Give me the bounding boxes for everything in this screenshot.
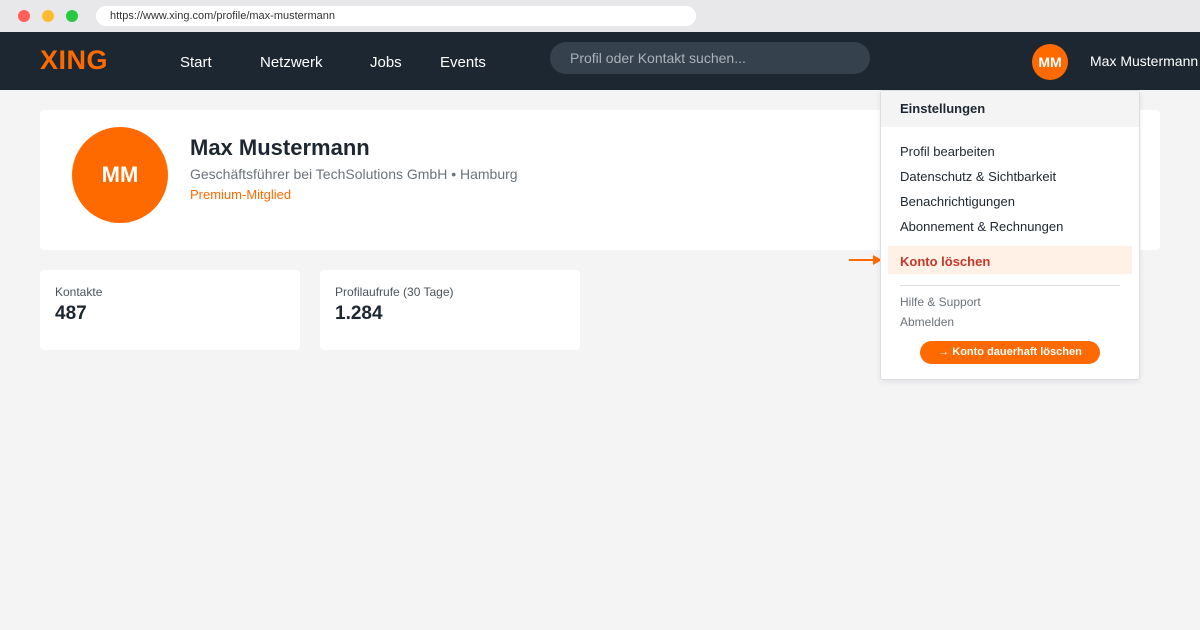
- arrow-right-icon: [849, 255, 882, 265]
- profile-headline: Geschäftsführer bei TechSolutions GmbH •…: [190, 166, 518, 182]
- window-maximize-button[interactable]: [66, 10, 78, 22]
- nav-item-start[interactable]: Start: [180, 54, 212, 71]
- user-avatar[interactable]: MM: [1032, 44, 1068, 80]
- menu-item-privacy[interactable]: Datenschutz & Sichtbarkeit: [900, 169, 1056, 184]
- stat-card-profile-views[interactable]: Profilaufrufe (30 Tage) 1.284: [320, 270, 580, 350]
- menu-item-logout[interactable]: Abmelden: [900, 315, 954, 329]
- menu-item-delete-account[interactable]: Konto löschen: [900, 254, 990, 269]
- menu-item-subscription[interactable]: Abonnement & Rechnungen: [900, 219, 1063, 234]
- menu-item-notifications[interactable]: Benachrichtigungen: [900, 194, 1015, 209]
- address-bar[interactable]: https://www.xing.com/profile/max-musterm…: [96, 6, 696, 26]
- nav-item-jobs[interactable]: Jobs: [370, 54, 402, 71]
- settings-dropdown: Einstellungen Profil bearbeiten Datensch…: [880, 90, 1140, 380]
- user-name-menu[interactable]: Max Mustermann: [1090, 53, 1198, 69]
- stat-label: Profilaufrufe (30 Tage): [335, 285, 454, 299]
- menu-item-edit-profile[interactable]: Profil bearbeiten: [900, 144, 995, 159]
- profile-name: Max Mustermann: [190, 135, 370, 160]
- window-close-button[interactable]: [18, 10, 30, 22]
- stat-value: 1.284: [335, 303, 383, 324]
- stat-label: Kontakte: [55, 285, 103, 299]
- search-input[interactable]: [550, 42, 870, 74]
- stat-card-contacts[interactable]: Kontakte 487: [40, 270, 300, 350]
- stat-value: 487: [55, 303, 87, 324]
- browser-chrome: https://www.xing.com/profile/max-musterm…: [0, 0, 1200, 32]
- profile-avatar: MM: [72, 127, 168, 223]
- dropdown-header: Einstellungen: [881, 91, 1139, 127]
- menu-item-help[interactable]: Hilfe & Support: [900, 295, 981, 309]
- nav-item-events[interactable]: Events: [440, 54, 486, 71]
- window-minimize-button[interactable]: [42, 10, 54, 22]
- delete-account-permanently-button[interactable]: → Konto dauerhaft löschen: [920, 341, 1100, 364]
- menu-divider: [900, 285, 1120, 286]
- membership-badge: Premium-Mitglied: [190, 187, 292, 202]
- xing-logo[interactable]: XING: [40, 45, 108, 76]
- nav-item-netzwerk[interactable]: Netzwerk: [260, 54, 323, 71]
- top-navbar: XING Start Netzwerk Jobs Events MM Max M…: [0, 32, 1200, 90]
